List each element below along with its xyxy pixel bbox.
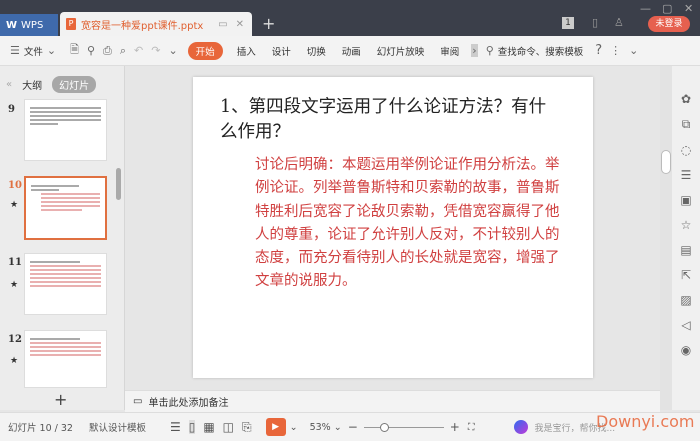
close-tab-icon[interactable]: ✕ [236,19,244,30]
save-icon[interactable]: 🗎 [70,41,79,60]
design-icon[interactable]: ✿ [681,92,691,106]
image-library-icon[interactable]: ▣ [680,193,691,207]
slide-thumbnail[interactable] [24,330,107,388]
ribbon-toolbar: ☰ 文件 ⌄ 🗎 ⚲ ⎙ ⌕ ↶ ↷ ⌄ 开始 插入 设计 切换 动画 幻灯片放… [0,36,700,66]
slide-thumbnail[interactable] [24,253,107,315]
skin-icon[interactable]: ▯ [592,16,598,29]
wps-tab-label: WPS [21,19,44,31]
scroll-tabs-icon[interactable]: › [471,44,478,57]
fit-window-icon[interactable]: ⛶ [468,422,475,433]
vertical-scrollbar[interactable] [660,66,672,410]
slide-thumbnail-selected[interactable] [24,176,107,240]
search-icon[interactable]: ⚲ [486,44,494,57]
file-menu[interactable]: 文件 [24,44,43,58]
close-window-button[interactable]: ✕ [684,2,693,15]
tab-slideshow[interactable]: 幻灯片放映 [369,44,433,58]
minimize-button[interactable]: — [640,2,651,15]
normal-view-icon[interactable]: ▯ [188,420,196,434]
undo-icon[interactable]: ↶ [134,44,143,57]
search-command[interactable]: 查找命令、搜索模板 [498,44,584,58]
shirt-icon[interactable]: ♙ [614,16,624,29]
share-icon[interactable]: ⇱ [681,268,691,282]
tab-animation[interactable]: 动画 [334,44,369,58]
sorter-view-icon[interactable]: ▦ [203,420,214,434]
pin-icon[interactable]: ▭ [218,19,227,30]
copy-layout-icon[interactable]: ⧉ [682,117,691,132]
slide-counter: 幻灯片 10 / 32 [8,423,73,434]
collapse-ribbon-icon[interactable]: ⌄ [629,44,638,57]
zoom-in-button[interactable]: + [450,420,460,434]
favorite-star-icon[interactable]: ☆ [681,218,692,232]
new-tab-button[interactable]: + [262,14,275,33]
notes-placeholder[interactable]: 单击此处添加备注 [148,394,228,409]
tab-transition[interactable]: 切换 [299,44,334,58]
presenter-icon[interactable]: ⎘ [242,420,252,435]
settings-icon[interactable]: ◉ [681,343,691,357]
slide-body-text[interactable]: 讨论后明确：本题运用举例论证作用分析法。举例论证。列举普鲁斯特和贝索勒的故事，普… [255,154,573,294]
print-preview-icon[interactable]: ⌕ [120,44,126,58]
help-button[interactable]: ? [595,43,602,58]
redo-icon[interactable]: ↷ [151,44,160,57]
add-slide-button[interactable]: + [54,390,67,409]
archive-icon[interactable]: ▤ [680,243,691,257]
watermark: Downyi.com [596,412,695,431]
thumbnail-number: 11 [8,257,22,268]
slide-title[interactable]: 1、第四段文字运用了什么论证方法？有什么作用？ [220,95,550,145]
zoom-slider[interactable] [363,422,444,432]
wps-logo-icon: W [6,19,18,31]
window-count-badge[interactable]: 1 [562,17,574,29]
print-icon[interactable]: ⎙ [103,44,112,58]
right-sidebar: ✿ ⧉ ◌ ☰ ▣ ☆ ▤ ⇱ ▨ ◁ ◉ [672,66,700,410]
chevron-down-icon[interactable]: ⌄ [290,422,298,433]
tab-review[interactable]: 审阅 [432,44,467,58]
tab-slides[interactable]: 幻灯片 [52,76,97,93]
thumbnail-number: 12 [8,334,22,345]
reading-view-icon[interactable]: ◫ [223,420,234,434]
scrollbar-thumb[interactable] [661,150,671,174]
zoom-level[interactable]: 53% [310,422,331,433]
tab-design[interactable]: 设计 [264,44,299,58]
thumbnail-number: 10 [8,180,22,191]
shapes-icon[interactable]: ◌ [681,143,691,157]
tab-outline[interactable]: 大纲 [22,77,42,92]
template-name[interactable]: 默认设计模板 [89,420,146,434]
properties-icon[interactable]: ☰ [681,168,692,182]
zoom-slider-knob[interactable] [379,422,389,432]
notes-icon: ▭ [133,396,143,407]
picture-icon[interactable]: ▨ [680,293,691,307]
notes-toggle-icon[interactable]: ☰ [170,420,181,434]
chevron-down-icon[interactable]: ⌄ [47,44,56,57]
document-tab[interactable]: P 宽容是一种爱ppt课件.pptx ▭ ✕ [60,12,252,36]
panel-tabs: « 大纲 幻灯片 [0,76,97,93]
menu-icon[interactable]: ☰ [10,44,20,57]
chevron-down-icon[interactable]: ⌄ [334,422,342,433]
notes-bar[interactable]: ▭ 单击此处添加备注 [125,390,660,412]
wps-home-tab[interactable]: W WPS [0,14,58,36]
pptx-file-icon: P [66,18,76,30]
animation-star-icon: ★ [10,280,19,290]
status-bar: 幻灯片 10 / 32 默认设计模板 ☰ ▯ ▦ ◫ ⎘ ▶ ⌄ 53% ⌄ −… [0,412,700,441]
slide-canvas[interactable]: 1、第四段文字运用了什么论证方法？有什么作用？ 讨论后明确：本题运用举例论证作用… [193,77,593,378]
audio-icon[interactable]: ◁ [681,318,690,332]
document-tab-label: 宽容是一种爱ppt课件.pptx [81,20,204,32]
tab-insert[interactable]: 插入 [229,44,264,58]
more-icon[interactable]: ⌄ [168,44,177,57]
maximize-button[interactable]: ▢ [662,2,672,15]
more-options-icon[interactable]: ⋮ [610,44,621,57]
thumbnail-scrollbar[interactable] [116,168,121,200]
slide-thumbnail[interactable] [24,99,107,161]
animation-star-icon: ★ [10,356,19,366]
collapse-panel-icon[interactable]: « [6,79,12,90]
tab-start[interactable]: 开始 [187,41,223,60]
zoom-out-button[interactable]: − [348,420,358,434]
assistant-orb-icon[interactable] [514,420,529,434]
animation-star-icon: ★ [10,200,19,210]
login-button[interactable]: 未登录 [648,16,690,32]
format-painter-icon[interactable]: ⚲ [87,44,95,57]
play-slideshow-button[interactable]: ▶ [265,418,286,436]
thumbnail-number: 9 [8,104,15,115]
